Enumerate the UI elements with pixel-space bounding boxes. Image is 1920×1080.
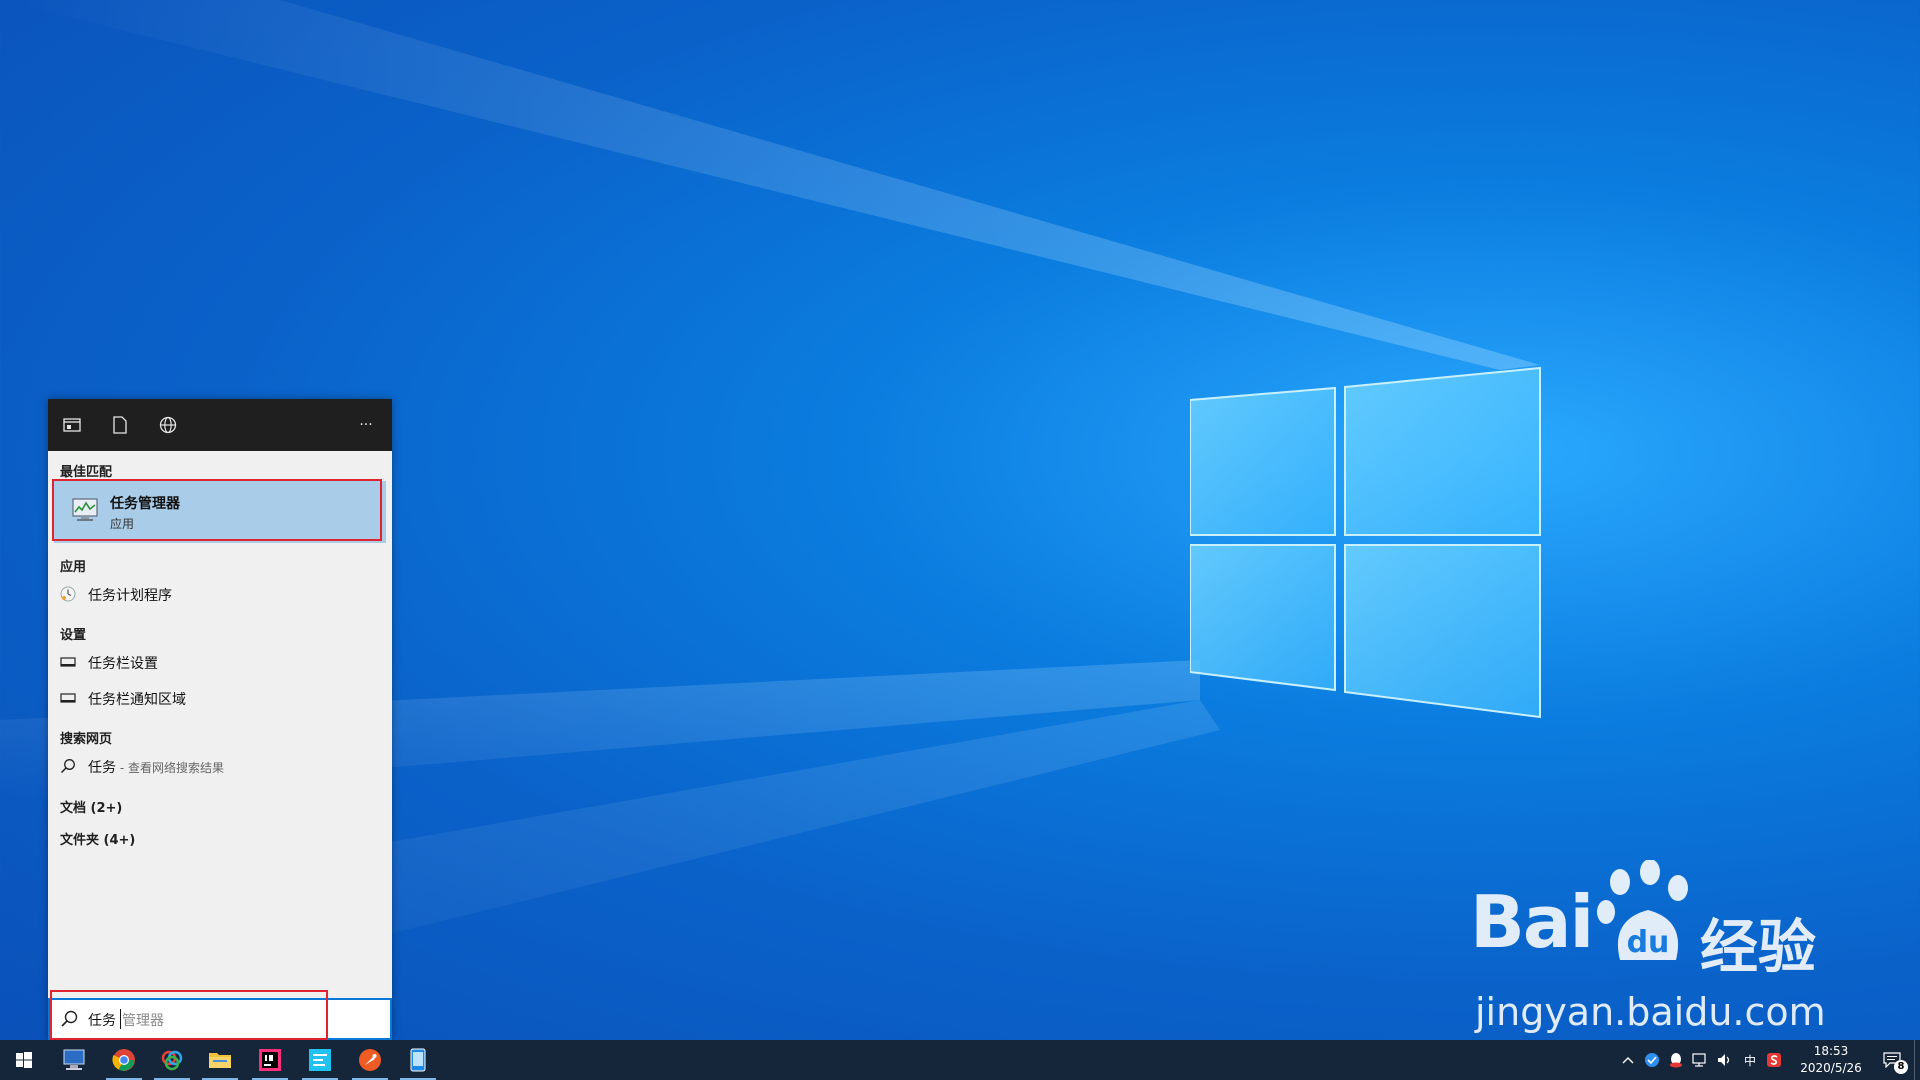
section-web-search: 搜索网页: [60, 732, 113, 747]
search-results-panel: ··· 最佳匹配 任务管理器 应用 应用 任务计划程序 设置 任务栏设置 任务栏…: [48, 399, 392, 1040]
taskbar-app-computer[interactable]: [50, 1040, 98, 1080]
clock-time: 18:53: [1813, 1044, 1849, 1058]
section-folders[interactable]: 文件夹 (4+): [60, 829, 135, 848]
search-icon: [61, 1010, 78, 1027]
taskbar-app-phone[interactable]: [394, 1040, 442, 1080]
watermark-brand-suffix: 经验: [1700, 913, 1817, 981]
documents-filter-icon[interactable]: [108, 413, 132, 437]
apps-filter-icon[interactable]: [60, 413, 84, 437]
windows-start-icon: [16, 1052, 32, 1068]
list-item-taskbar-notification-area[interactable]: 任务栏通知区域: [48, 683, 392, 713]
list-item-task-scheduler[interactable]: 任务计划程序: [48, 579, 392, 609]
list-item-taskbar-settings[interactable]: 任务栏设置: [48, 647, 392, 677]
web-query: 任务: [88, 760, 116, 776]
start-button[interactable]: [0, 1040, 48, 1080]
more-options-button[interactable]: ···: [354, 413, 378, 437]
phone-icon: [410, 1048, 426, 1072]
clock-date: 2020/5/26: [1800, 1061, 1862, 1075]
windows-logo-wallpaper: [1190, 366, 1541, 719]
text-caret: [120, 1009, 121, 1029]
best-match-title: 任务管理器: [110, 496, 180, 512]
web-hint: - 查看网络搜索结果: [116, 761, 224, 775]
list-item-label: 任务栏设置: [88, 656, 158, 672]
computer-icon: [63, 1049, 85, 1070]
editor-icon: [309, 1049, 331, 1071]
web-search-text: 任务 - 查看网络搜索结果: [88, 757, 224, 777]
search-typed-text: 任务: [88, 1013, 116, 1029]
tray-sogou-icon[interactable]: [1764, 1040, 1784, 1080]
taskbar-app-file-explorer[interactable]: [196, 1040, 244, 1080]
taskbar: 中 18:53 2020/5/26 8: [0, 1040, 1920, 1080]
taskbar-icon: [60, 657, 76, 667]
best-match-subtitle: 应用: [110, 517, 135, 531]
folder-icon: [209, 1053, 231, 1068]
watermark-paw-text: du: [1627, 925, 1670, 960]
taskbar-clock[interactable]: 18:53 2020/5/26: [1786, 1043, 1876, 1077]
list-item-label: 任务计划程序: [88, 588, 172, 604]
list-item-label: 任务栏通知区域: [88, 692, 186, 708]
web-filter-icon[interactable]: [156, 413, 180, 437]
section-settings: 设置: [60, 628, 87, 643]
section-apps: 应用: [60, 560, 87, 575]
taskbar-app-chrome[interactable]: [100, 1040, 148, 1080]
tray-security-icon[interactable]: [1642, 1040, 1662, 1080]
search-autocomplete-suggestion: 管理器: [122, 1013, 164, 1029]
best-match-task-manager[interactable]: 任务管理器 应用: [54, 481, 386, 543]
clock-icon: [60, 586, 76, 602]
taskbar-app-browser[interactable]: [148, 1040, 196, 1080]
search-input[interactable]: 任务 管理器: [48, 998, 392, 1040]
taskbar-app-postman[interactable]: [346, 1040, 394, 1080]
section-best-match: 最佳匹配: [60, 465, 113, 480]
show-desktop-button[interactable]: [1914, 1040, 1920, 1080]
baidu-paw-icon: du: [1597, 860, 1688, 960]
tray-ime-indicator[interactable]: 中: [1740, 1040, 1760, 1080]
watermark-url: jingyan.baidu.com: [1475, 990, 1826, 1034]
postman-icon: [359, 1049, 381, 1071]
tray-volume-icon[interactable]: [1714, 1040, 1734, 1080]
taskbar-app-editor[interactable]: [296, 1040, 344, 1080]
taskbar-icon: [60, 693, 76, 703]
tray-qq-icon[interactable]: [1666, 1040, 1686, 1080]
baidu-jingyan-watermark: du Bai 经验 jingyan.baidu.com: [1470, 860, 1900, 1040]
action-center-button[interactable]: 8: [1870, 1040, 1914, 1080]
list-item-web-search[interactable]: 任务 - 查看网络搜索结果: [48, 751, 392, 781]
chrome-icon: [112, 1049, 135, 1071]
colorful-browser-icon: [161, 1050, 183, 1071]
taskbar-app-intellij[interactable]: [246, 1040, 294, 1080]
notification-count-badge: 8: [1894, 1060, 1908, 1074]
tray-overflow-chevron-icon[interactable]: [1618, 1040, 1638, 1080]
task-manager-icon: [72, 498, 98, 521]
section-documents[interactable]: 文档 (2+): [60, 797, 122, 816]
intellij-icon: [259, 1049, 281, 1071]
search-filter-toolbar: ···: [48, 399, 392, 451]
watermark-brand: Bai: [1470, 880, 1594, 964]
search-icon: [60, 759, 75, 774]
tray-network-icon[interactable]: [1690, 1040, 1710, 1080]
